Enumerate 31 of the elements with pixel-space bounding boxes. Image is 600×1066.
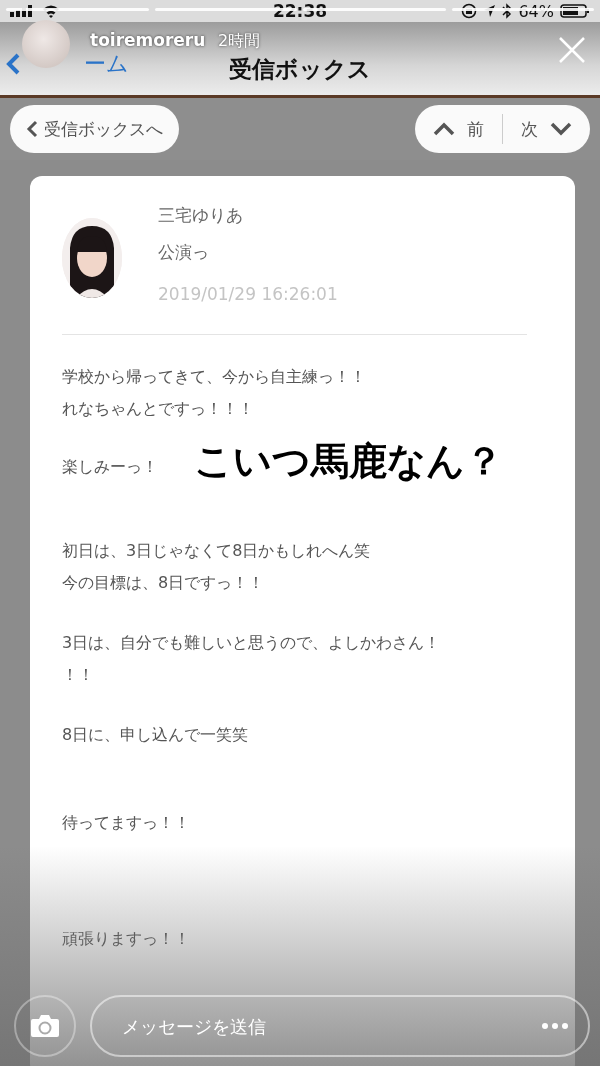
more-icon[interactable] [542,1023,568,1029]
message-line: 学校から帰ってきて、今から自主練っ！！ [62,366,366,388]
message-line: 頑張りますっ！！ [62,928,190,950]
message-date: 2019/01/29 16:26:01 [158,284,338,304]
message-input-field[interactable]: メッセージを送信 [90,995,590,1057]
chevron-left-icon [26,120,38,138]
previous-button[interactable]: 前 [415,105,502,153]
screen-title: 受信ボックス [229,55,371,84]
message-line: 待ってますっ！！ [62,812,190,834]
sender-name: 三宅ゆりあ [158,204,244,227]
message-line: 3日は、自分でも難しいと思うので、よしかわさん！ [62,632,441,654]
message-subject: 公演っ [158,241,210,264]
story-avatar[interactable] [22,20,70,68]
message-line: れなちゃんとですっ！！！ [62,398,254,420]
status-time: 22:38 [272,1,328,21]
back-chevron-icon [6,53,20,75]
next-button[interactable]: 次 [503,105,590,153]
camera-button[interactable] [14,995,76,1057]
close-icon[interactable] [558,36,586,64]
bluetooth-icon [502,3,513,19]
message-line: 楽しみーっ！ [62,456,158,478]
sticker-text: こいつ馬鹿なん？ [194,438,503,485]
chevron-down-icon [550,122,572,136]
message-line: 今の目標は、8日ですっ！！ [62,572,265,594]
story-time: 2時間 [218,31,261,52]
inbox-back-button[interactable]: 受信ボックスへ [10,105,179,153]
battery-percent: 64% [518,1,554,21]
message-line: ！！ [62,664,94,686]
message-line: 8日に、申し込んで一笑笑 [62,724,249,746]
message-line: 初日は、3日じゃなくて8日かもしれへん笑 [62,540,371,562]
chevron-up-icon [433,122,455,136]
